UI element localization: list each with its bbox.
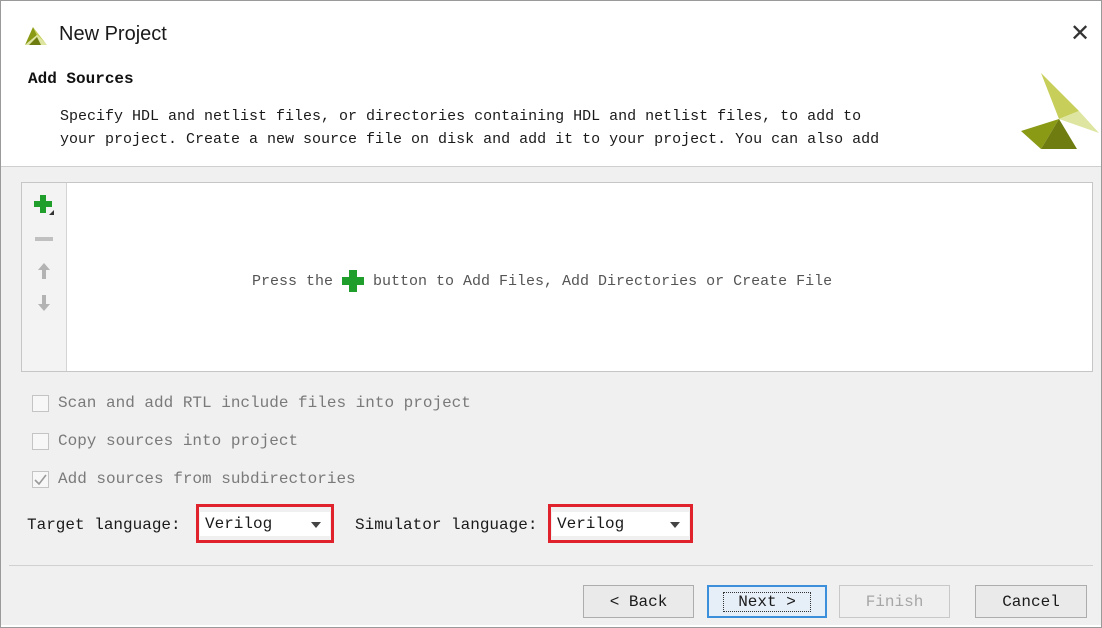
arrow-down-icon [38, 295, 50, 311]
scan-rtl-checkbox[interactable] [32, 394, 49, 412]
description-line: your project. Create a new source file o… [60, 131, 880, 148]
chevron-down-icon [670, 522, 680, 528]
footer-divider [9, 565, 1093, 566]
close-button[interactable]: ✕ [1067, 21, 1093, 47]
cancel-button-label: Cancel [1002, 592, 1060, 611]
scan-rtl-option: Scan and add RTL include files into proj… [32, 394, 471, 412]
scan-rtl-label: Scan and add RTL include files into proj… [58, 394, 471, 412]
simulator-language-select[interactable]: Verilog [552, 512, 689, 536]
target-language-label: Target language: [27, 516, 181, 534]
new-project-dialog: New Project ✕ Add Sources Specify HDL an… [0, 0, 1102, 628]
empty-message-prefix: Press the [252, 272, 334, 290]
title-bar: New Project ✕ [1, 1, 1101, 63]
subdirectories-option: Add sources from subdirectories [32, 470, 356, 488]
finish-button[interactable]: Finish [839, 585, 950, 618]
move-up-button[interactable] [30, 257, 58, 285]
add-sources-button[interactable] [30, 191, 58, 219]
page-title: Add Sources [28, 70, 134, 88]
description-line: Specify HDL and netlist files, or direct… [60, 108, 862, 125]
empty-sources-message: Press the button to Add Files, Add Direc… [252, 269, 832, 293]
remove-sources-button[interactable] [30, 225, 58, 253]
next-button[interactable]: Next > [707, 585, 827, 618]
sources-toolbar [22, 183, 67, 371]
copy-sources-label: Copy sources into project [58, 432, 299, 450]
window-title: New Project [59, 23, 167, 45]
simulator-language-value: Verilog [557, 515, 625, 533]
arrow-up-icon [38, 263, 50, 279]
finish-button-label: Finish [865, 592, 924, 611]
cancel-button[interactable]: Cancel [975, 585, 1087, 618]
subdirectories-checkbox[interactable] [32, 470, 49, 488]
chevron-down-icon [311, 522, 321, 528]
target-language-select[interactable]: Verilog [200, 512, 330, 536]
check-icon [34, 474, 47, 485]
vivado-logo [1021, 73, 1099, 149]
plus-icon [342, 270, 365, 292]
target-language-value: Verilog [205, 515, 273, 533]
move-down-button[interactable] [30, 289, 58, 317]
sources-panel: Press the button to Add Files, Add Direc… [21, 182, 1093, 372]
content-area: Press the button to Add Files, Add Direc… [1, 167, 1101, 625]
simulator-language-label: Simulator language: [355, 516, 538, 534]
page-description: Specify HDL and netlist files, or direct… [60, 105, 1000, 151]
next-button-label: Next > [723, 591, 811, 612]
back-button-label: < Back [609, 592, 668, 611]
plus-icon [34, 195, 54, 215]
copy-sources-option: Copy sources into project [32, 432, 298, 450]
close-icon: ✕ [1069, 20, 1091, 47]
minus-icon [35, 237, 53, 241]
subdirectories-label: Add sources from subdirectories [58, 470, 356, 488]
back-button[interactable]: < Back [583, 585, 694, 618]
copy-sources-checkbox[interactable] [32, 432, 49, 450]
vivado-app-icon [25, 27, 47, 45]
empty-message-suffix: button to Add Files, Add Directories or … [373, 272, 833, 290]
